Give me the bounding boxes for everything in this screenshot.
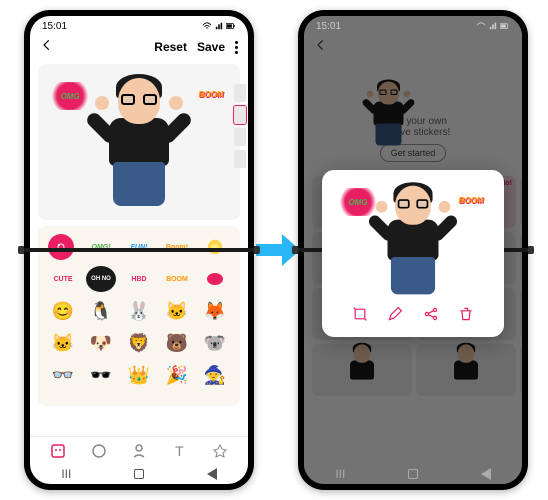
status-bar: 15:01 [30,16,248,34]
sticker-item[interactable]: 👑 [124,362,154,388]
sticker-item[interactable]: FUN! [124,234,154,260]
sticker-item[interactable]: 🐶 [86,330,116,356]
nav-back[interactable] [481,468,491,480]
sticker-item[interactable]: 🎉 [162,362,192,388]
sticker-item[interactable]: 🕶️ [86,362,116,388]
pose-thumb[interactable] [234,106,246,124]
gallery-button[interactable] [48,234,74,260]
sticker-item[interactable]: 🐧 [86,298,116,324]
pose-thumb[interactable] [234,150,246,168]
reset-button[interactable]: Reset [154,40,187,54]
sticker-item[interactable]: 🦁 [124,330,154,356]
nav-recents[interactable]: III [335,467,345,481]
edit-button[interactable] [387,306,403,327]
sticker-boom[interactable]: BOOM [192,82,230,106]
avatar-preview [371,181,456,300]
screen-gallery: Make your own creative stickers! Get sta… [304,16,522,484]
sticker-item[interactable]: OMG! [86,234,116,260]
sticker-panel: OMG! FUN! Boom! CUTE OH NO HBD BOOM 😊 🐧 … [38,226,240,406]
nav-recents[interactable]: III [61,467,71,481]
tab-emoji[interactable] [89,441,109,461]
tab-draw[interactable] [210,441,230,461]
sticker-canvas[interactable]: OMG BOOM [38,64,240,220]
signal-icon [214,22,224,30]
tab-avatar[interactable] [129,441,149,461]
sticker-item[interactable]: 👓 [48,362,78,388]
nav-home[interactable] [134,469,144,479]
more-button[interactable] [235,41,238,54]
delete-button[interactable] [458,306,474,327]
nav-bar: III [304,464,522,484]
share-button[interactable] [423,306,439,327]
sticker-boom: BOOM [452,188,490,212]
sticker-item[interactable]: 🧙 [200,362,230,388]
sticker-item[interactable]: 🦊 [200,298,230,324]
sticker-item[interactable]: CUTE [48,266,78,292]
pose-thumb[interactable] [234,128,246,146]
sticker-item[interactable]: 🐰 [124,298,154,324]
sticker-item[interactable]: Boom! [162,234,192,260]
sticker-item[interactable]: 🐻 [162,330,192,356]
status-bar: 15:01 [304,16,522,34]
crop-button[interactable] [352,306,368,327]
nav-home[interactable] [408,469,418,479]
battery-icon [226,22,236,30]
sticker-item[interactable]: 😊 [48,298,78,324]
sticker-item[interactable] [200,266,230,292]
tab-text[interactable]: T [169,441,189,461]
pose-thumb[interactable] [234,84,246,102]
avatar-figure[interactable] [89,72,189,212]
nav-back[interactable] [207,468,217,480]
status-time: 15:01 [316,21,341,32]
sticker-preview-popup: OMG BOOM [322,170,504,337]
sticker-omg[interactable]: OMG [48,82,92,110]
pose-thumbnails [234,84,246,168]
wifi-icon [202,22,212,30]
sticker-item[interactable]: HBD [124,266,154,292]
editor-header: Reset Save [30,34,248,60]
hinge [22,248,256,252]
back-button[interactable] [40,38,70,57]
phone-gallery: Make your own creative stickers! Get sta… [298,10,528,490]
sticker-item[interactable]: OH NO [86,266,116,292]
status-icons [202,22,236,30]
sticker-item[interactable]: 🐱 [48,330,78,356]
tab-stickers[interactable] [48,441,68,461]
save-button[interactable]: Save [197,40,225,54]
nav-bar: III [30,464,248,484]
phone-editor: 15:01 Reset Save OMG BOOM [24,10,254,490]
sticker-item[interactable]: 🐱 [162,298,192,324]
category-tabs: T [30,436,248,464]
status-time: 15:01 [42,21,67,32]
sticker-item[interactable]: 🐨 [200,330,230,356]
sticker-item[interactable] [200,234,230,260]
sticker-item[interactable]: BOOM [162,266,192,292]
